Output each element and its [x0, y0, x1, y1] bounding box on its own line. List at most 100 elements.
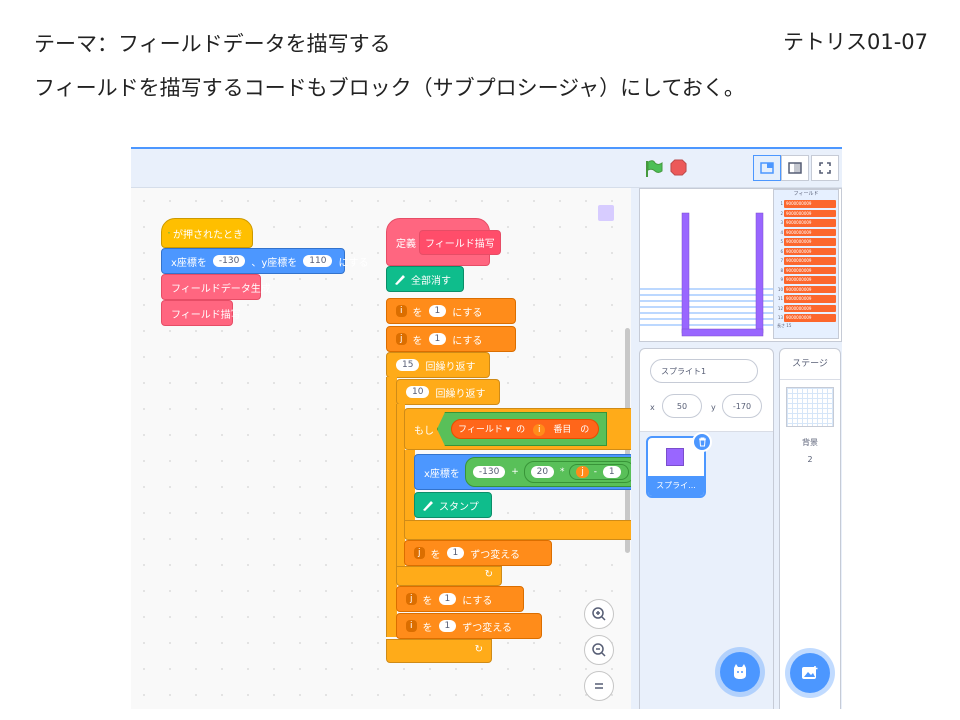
- minus-value[interactable]: 1: [602, 466, 621, 478]
- list-row-value[interactable]: 9000000009: [784, 247, 836, 255]
- list-monitor-title: フィールド: [793, 191, 819, 197]
- equals-condition[interactable]: フィールド ▾ の i 番目 の: [437, 412, 608, 446]
- sprite-thumbnail[interactable]: スプライ...: [646, 432, 712, 498]
- clear-block[interactable]: 全部消す: [386, 266, 464, 292]
- zoom-reset-button[interactable]: [584, 671, 614, 701]
- goto-x-label: x座標を: [171, 257, 207, 269]
- stage[interactable]: フィールド 1 9000000009 2 9000000009 3 9000000009 4…: [639, 188, 842, 342]
- list-monitor-row: 7 9000000009: [774, 256, 838, 266]
- goto-xy-block[interactable]: x座標を -130 、y座標を 110 にする: [161, 248, 369, 274]
- reset-j-var-dropdown[interactable]: j: [406, 593, 417, 605]
- delete-sprite-button[interactable]: [692, 432, 712, 452]
- zoom-out-button[interactable]: [584, 635, 614, 665]
- call-generate-field-block[interactable]: フィールドデータ生成: [161, 274, 271, 300]
- list-monitor-row: 5 9000000009: [774, 237, 838, 247]
- fullscreen-button[interactable]: [811, 155, 839, 181]
- set-j-var-dropdown[interactable]: j: [396, 333, 407, 345]
- slide-code: テトリス01-07: [782, 30, 928, 54]
- list-item-reporter[interactable]: フィールド ▾ の i 番目 の: [451, 419, 600, 439]
- set-i-suffix: にする: [452, 307, 483, 319]
- stage-target-panel[interactable]: ステージ 背景 2: [779, 348, 841, 709]
- list-row-index: 2: [780, 210, 783, 216]
- list-index-var[interactable]: i: [532, 424, 546, 436]
- stamp-block[interactable]: スタンプ: [414, 492, 492, 518]
- choose-backdrop-button[interactable]: [790, 653, 830, 693]
- clear-label: 全部消す: [411, 275, 451, 287]
- set-j-value[interactable]: 1: [428, 333, 447, 345]
- stop-icon[interactable]: [670, 159, 687, 176]
- define-label: 定義: [396, 238, 416, 250]
- set-i-value[interactable]: 1: [428, 305, 447, 317]
- list-row-value[interactable]: 9000000009: [784, 257, 836, 265]
- large-stage-button[interactable]: [781, 155, 809, 181]
- x-field[interactable]: 50: [662, 394, 702, 418]
- comment-corner[interactable]: [598, 205, 614, 221]
- field-list-monitor[interactable]: フィールド 1 9000000009 2 9000000009 3 9000000009 4…: [773, 189, 839, 339]
- change-i-value[interactable]: 1: [438, 620, 457, 632]
- list-row-value[interactable]: 9000000009: [784, 276, 836, 284]
- reset-j-block[interactable]: j を 1 にする: [396, 586, 524, 612]
- list-row-value[interactable]: 9000000009: [784, 238, 836, 246]
- goto-xy-expr-block[interactable]: x座標を -130 + 20 * j - 1 、y: [414, 454, 631, 490]
- list-row-value[interactable]: 9000000009: [784, 266, 836, 274]
- list-row-index: 5: [780, 239, 783, 245]
- y-field[interactable]: -170: [722, 394, 762, 418]
- plus-operator[interactable]: -130 + 20 * j - 1: [464, 457, 631, 487]
- repeat-inner-count[interactable]: 10: [406, 386, 430, 398]
- mult-value[interactable]: 20: [530, 466, 555, 478]
- repeat-outer-count[interactable]: 15: [396, 359, 420, 371]
- call-generate-label: フィールドデータ生成: [171, 283, 271, 295]
- reset-j-suffix: にする: [462, 595, 493, 607]
- change-j-var-dropdown[interactable]: j: [414, 547, 425, 559]
- set-i-var-dropdown[interactable]: i: [396, 305, 407, 317]
- change-i-block[interactable]: i を 1 ずつ変える: [396, 613, 542, 639]
- if-block[interactable]: もし フィールド ▾ の i 番目 の: [404, 408, 631, 450]
- change-i-var-dropdown[interactable]: i: [406, 620, 417, 632]
- change-j-block[interactable]: j を 1 ずつ変える: [404, 540, 552, 566]
- list-row-value[interactable]: 9000000009: [784, 219, 836, 227]
- green-flag-icon[interactable]: [643, 159, 663, 179]
- backdrop-thumbnail[interactable]: [786, 387, 834, 427]
- backdrop-count: 2: [807, 455, 813, 464]
- mult-operator[interactable]: 20 * j - 1: [523, 461, 631, 483]
- list-name-dropdown[interactable]: フィールド: [458, 425, 503, 435]
- goto-suffix: にする: [338, 257, 369, 269]
- change-i-to: を: [422, 622, 433, 634]
- list-of2-label: の: [580, 425, 590, 435]
- when-flag-hat-block[interactable]: が押されたとき: [161, 218, 253, 248]
- zoom-in-icon: [592, 607, 606, 621]
- code-area[interactable]: が押されたとき x座標を -130 、y座標を 110 にする フィールドデータ…: [131, 188, 631, 709]
- repeat-10-block[interactable]: 10 回繰り返す: [396, 379, 500, 405]
- list-row-index: 13: [777, 315, 783, 321]
- define-name: フィールド描写: [425, 238, 495, 250]
- define-block[interactable]: 定義 フィールド描写: [386, 218, 501, 266]
- list-monitor-row: 10 9000000009: [774, 285, 838, 295]
- list-row-value[interactable]: 9000000009: [784, 304, 836, 312]
- list-row-value[interactable]: 9000000009: [784, 228, 836, 236]
- j-var-reporter[interactable]: j: [576, 466, 589, 478]
- zoom-in-button[interactable]: [584, 599, 614, 629]
- list-row-value[interactable]: 9000000009: [784, 200, 836, 208]
- choose-sprite-button[interactable]: [720, 652, 760, 692]
- y-label: y: [711, 403, 716, 412]
- set-j-block[interactable]: j を 1 にする: [386, 326, 516, 352]
- list-row-value[interactable]: 9000000009: [784, 209, 836, 217]
- sprite-name-field[interactable]: スプライト1: [650, 359, 758, 383]
- list-row-value[interactable]: 9000000009: [784, 285, 836, 293]
- goto-x-input[interactable]: -130: [212, 255, 246, 267]
- reset-j-value[interactable]: 1: [438, 593, 457, 605]
- list-row-value[interactable]: 9000000009: [784, 314, 836, 322]
- change-j-value[interactable]: 1: [446, 547, 465, 559]
- minus-operator[interactable]: j - 1: [569, 464, 629, 480]
- list-row-value[interactable]: 9000000009: [784, 295, 836, 303]
- repeat-15-block[interactable]: 15 回繰り返す: [386, 352, 490, 378]
- define-prototype: フィールド描写: [419, 229, 501, 255]
- list-monitor-length: 長さ 15: [777, 322, 792, 328]
- sprite-list: スプライ...: [640, 432, 773, 709]
- goto-x-base[interactable]: -130: [472, 466, 506, 478]
- call-draw-field-block[interactable]: フィールド描写: [161, 300, 241, 326]
- image-add-icon: [802, 666, 818, 679]
- set-i-block[interactable]: i を 1 にする: [386, 298, 516, 324]
- goto-y-input[interactable]: 110: [303, 255, 333, 267]
- small-stage-button[interactable]: [753, 155, 781, 181]
